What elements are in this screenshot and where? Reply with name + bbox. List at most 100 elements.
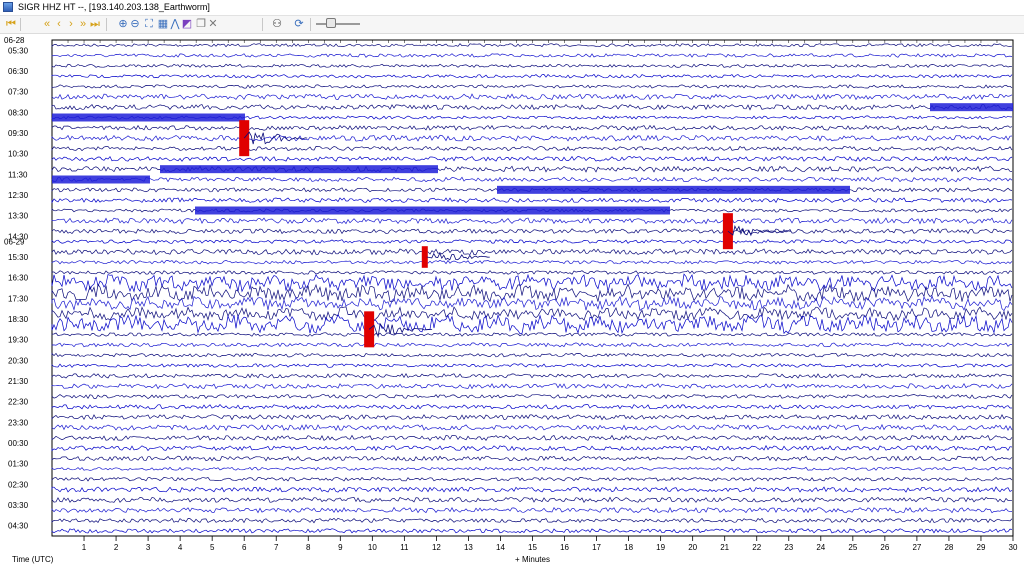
trace-line <box>51 228 1013 235</box>
toolbar-separator <box>262 18 263 31</box>
clear-icon[interactable]: ✕ <box>206 17 220 32</box>
toolbar: ⏮ «‹ ›» ⏭ ⊕ ⊖ ⛶ ▦ ⋀ ◩ ❐ ✕ ⚇ ⟳ <box>0 16 1024 34</box>
hour-label: 22:30 <box>8 398 29 407</box>
x-tick-label: 2 <box>114 543 119 552</box>
trace-line <box>51 372 1013 379</box>
trace-line <box>51 455 1013 462</box>
day-label: 06-28 <box>4 36 25 45</box>
last-page-icon[interactable]: ⏭ <box>88 17 102 32</box>
trace-line <box>51 197 1013 204</box>
trace-line <box>51 273 1013 293</box>
trace-line <box>51 73 1013 79</box>
noise-band <box>497 185 850 194</box>
trace-line <box>51 53 1013 58</box>
trace-line <box>51 239 1013 244</box>
x-tick-label: 9 <box>338 543 343 552</box>
x-tick-label: 3 <box>146 543 151 552</box>
x-tick-label: 23 <box>784 543 793 552</box>
gain-slider[interactable] <box>316 18 360 28</box>
app-icon <box>3 2 13 12</box>
trace-line <box>51 342 1013 348</box>
trace-line <box>51 517 1013 524</box>
x-tick-label: 20 <box>688 543 697 552</box>
trace-line <box>51 63 1013 68</box>
x-tick-label: 12 <box>432 543 441 552</box>
first-page-icon[interactable]: ⏮ <box>4 17 18 32</box>
slider-thumb[interactable] <box>326 18 336 28</box>
trace-line <box>51 423 1013 432</box>
hour-label: 00:30 <box>8 439 29 448</box>
x-tick-label: 18 <box>624 543 633 552</box>
trace-line <box>51 93 1013 101</box>
x-tick-label: 30 <box>1009 543 1018 552</box>
trace-line <box>51 155 1013 162</box>
trace-line <box>51 466 1013 472</box>
x-tick-label: 28 <box>944 543 953 552</box>
x-tick-label: 13 <box>464 543 473 552</box>
hour-label: 19:30 <box>8 336 29 345</box>
x-tick-label: 5 <box>210 543 215 552</box>
x-tick-label: 22 <box>752 543 761 552</box>
trace-line <box>51 332 1013 337</box>
hour-label: 09:30 <box>8 129 29 138</box>
event-coda <box>243 131 308 145</box>
trace-line <box>51 104 1013 111</box>
trace-line <box>51 217 1013 225</box>
x-tick-label: 11 <box>400 543 409 552</box>
users-icon[interactable]: ⚇ <box>270 17 284 32</box>
trace-line <box>51 528 1013 534</box>
hour-label: 12:30 <box>8 191 29 200</box>
noise-band <box>52 113 245 122</box>
trace-line <box>51 84 1013 89</box>
x-tick-label: 14 <box>496 543 505 552</box>
hour-label: 17:30 <box>8 294 29 303</box>
color-icon[interactable]: ◩ <box>180 17 194 32</box>
trace-line <box>51 306 1013 322</box>
helicorder-plot: 1 2 3 4 5 6 7 8 9 10 11 12 13 14 15 16 17 18 19 20 21 22 23 24 2… <box>0 34 1024 575</box>
x-tick-label: 1 <box>82 543 87 552</box>
trace-line <box>51 134 1013 142</box>
x-tick-label: 26 <box>880 543 889 552</box>
hour-label: 15:30 <box>8 253 29 262</box>
zoom-fit-icon[interactable]: ⛶ <box>142 17 156 32</box>
trace-line <box>51 486 1013 493</box>
hour-label: 21:30 <box>8 377 29 386</box>
x-tick-label: 17 <box>592 543 601 552</box>
hour-label: 02:30 <box>8 480 29 489</box>
hour-label: 08:30 <box>8 108 29 117</box>
refresh-icon[interactable]: ⟳ <box>292 17 306 32</box>
day-label: 06-29 <box>4 238 25 247</box>
x-tick-label: 6 <box>242 543 247 552</box>
trace-line <box>51 403 1012 410</box>
hour-label: 16:30 <box>8 274 29 283</box>
x-tick-label: 10 <box>368 543 377 552</box>
trace-line <box>51 476 1013 482</box>
x-tick-label: 7 <box>274 543 279 552</box>
trace-line <box>51 295 1013 312</box>
slider-track <box>316 23 360 25</box>
hour-label: 06:30 <box>8 67 29 76</box>
x-tick-label: 19 <box>656 543 665 552</box>
hour-label: 18:30 <box>8 315 29 324</box>
x-tick-label: 8 <box>306 543 311 552</box>
x-tick-label: 4 <box>178 543 183 552</box>
trace-line <box>51 259 1013 265</box>
window-title: SIGR HHZ HT --, [193.140.203.138_Earthwo… <box>18 2 210 12</box>
zoom-out-icon[interactable]: ⊖ <box>128 17 142 32</box>
x-tick-label: 25 <box>848 543 857 552</box>
x-tick-label: 21 <box>720 543 729 552</box>
trace-line <box>51 394 1013 400</box>
hour-label: 07:30 <box>8 88 29 97</box>
hour-label: 05:30 <box>8 46 29 55</box>
hour-label: 23:30 <box>8 418 29 427</box>
hour-label: 01:30 <box>8 460 29 469</box>
noise-band <box>160 165 438 174</box>
noise-band <box>930 103 1013 112</box>
toolbar-separator <box>310 18 311 31</box>
trace-line <box>51 414 1013 421</box>
trace-line <box>51 382 1013 390</box>
x-tick-label: 29 <box>977 543 986 552</box>
x-tick-label: 16 <box>560 543 569 552</box>
hour-label: 11:30 <box>8 170 28 179</box>
trace-line <box>51 270 1013 275</box>
